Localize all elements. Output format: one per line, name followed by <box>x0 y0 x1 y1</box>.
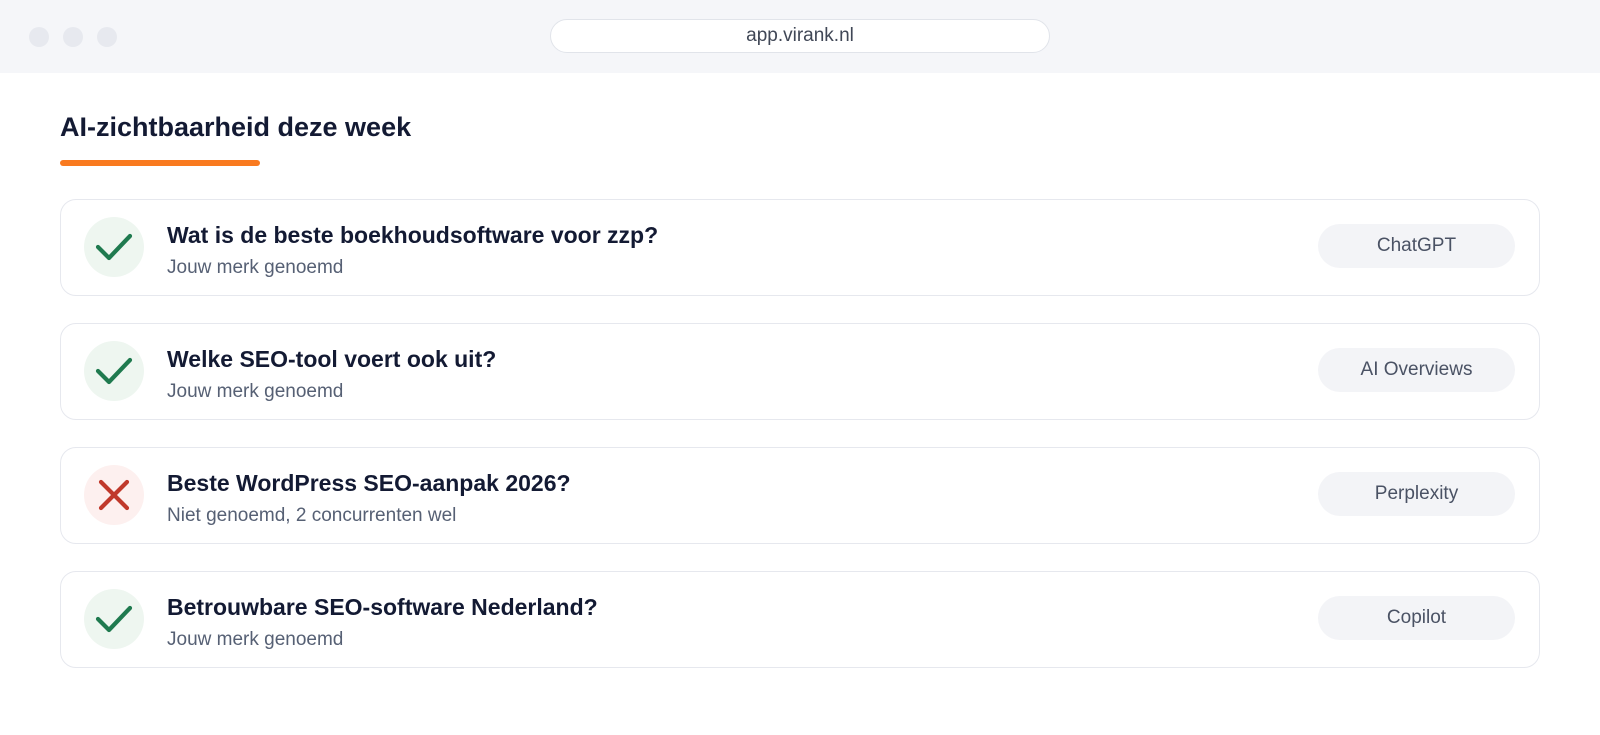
window-minimize-dot[interactable] <box>63 27 83 47</box>
status-indicator <box>84 217 144 277</box>
list-item[interactable]: Beste WordPress SEO-aanpak 2026? Niet ge… <box>60 447 1540 544</box>
engine-badge: AI Overviews <box>1318 348 1515 392</box>
result-text: Jouw merk genoemd <box>167 257 344 278</box>
check-icon <box>95 357 133 385</box>
engine-badge: Copilot <box>1318 596 1515 640</box>
window-maximize-dot[interactable] <box>97 27 117 47</box>
list-item[interactable]: Betrouwbare SEO-software Nederland? Jouw… <box>60 571 1540 668</box>
list-item[interactable]: Wat is de beste boekhoudsoftware voor zz… <box>60 199 1540 296</box>
visibility-list: Wat is de beste boekhoudsoftware voor zz… <box>60 199 1540 695</box>
cross-icon <box>98 479 130 511</box>
check-icon <box>95 605 133 633</box>
address-bar[interactable]: app.virank.nl <box>550 19 1050 53</box>
question-text: Betrouwbare SEO-software Nederland? <box>167 594 598 620</box>
engine-badge: ChatGPT <box>1318 224 1515 268</box>
status-indicator <box>84 589 144 649</box>
browser-titlebar: app.virank.nl <box>0 0 1600 73</box>
window-close-dot[interactable] <box>29 27 49 47</box>
question-text: Beste WordPress SEO-aanpak 2026? <box>167 470 571 496</box>
check-icon <box>95 233 133 261</box>
result-text: Niet genoemd, 2 concurrenten wel <box>167 505 457 526</box>
engine-badge: Perplexity <box>1318 472 1515 516</box>
page-title: AI-zichtbaarheid deze week <box>60 112 412 142</box>
question-text: Wat is de beste boekhoudsoftware voor zz… <box>167 222 659 248</box>
list-item[interactable]: Welke SEO-tool voert ook uit? Jouw merk … <box>60 323 1540 420</box>
result-text: Jouw merk genoemd <box>167 381 344 402</box>
result-text: Jouw merk genoemd <box>167 629 344 650</box>
question-text: Welke SEO-tool voert ook uit? <box>167 346 497 372</box>
title-accent-underline <box>60 160 260 166</box>
status-indicator <box>84 341 144 401</box>
status-indicator <box>84 465 144 525</box>
browser-window: app.virank.nl AI-zichtbaarheid deze week… <box>0 0 1600 735</box>
